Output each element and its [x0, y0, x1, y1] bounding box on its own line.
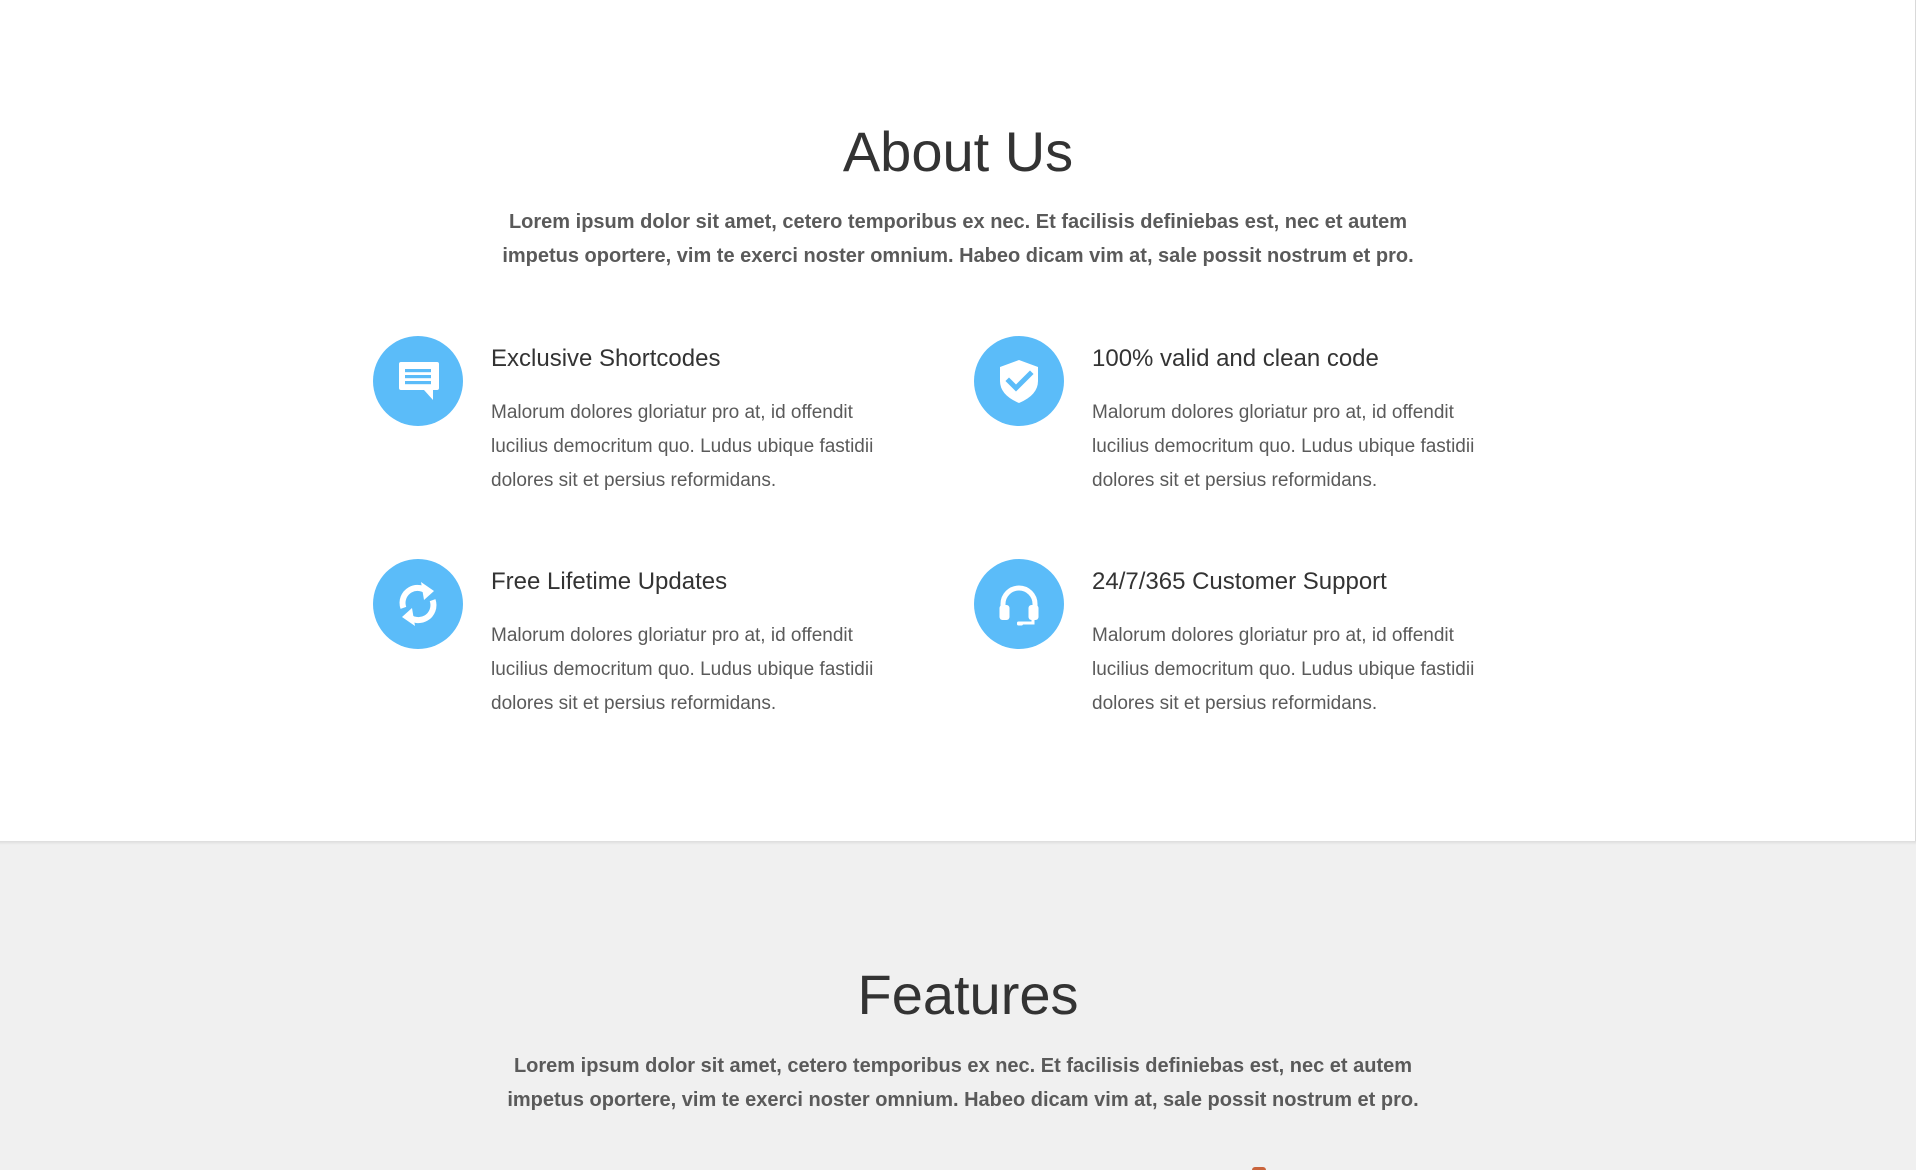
feature-description: Malorum dolores gloriatur pro at, id off… [491, 402, 874, 491]
feature-description: Malorum dolores gloriatur pro at, id off… [1092, 402, 1475, 491]
feature-title: 24/7/365 Customer Support [1092, 568, 1387, 595]
chat-icon [373, 336, 463, 426]
about-title: About Us [842, 120, 1074, 183]
page: About Us Lorem ipsum dolor sit amet, cet… [0, 0, 1916, 1170]
about-intro: Lorem ipsum dolor sit amet, cetero tempo… [502, 211, 1414, 267]
about-section: About Us Lorem ipsum dolor sit amet, cet… [0, 0, 1916, 841]
features-section: Features Lorem ipsum dolor sit amet, cet… [0, 841, 1916, 1170]
feature-customer-support: 24/7/365 Customer Support Malorum dolore… [974, 559, 1534, 749]
refresh-icon [373, 559, 463, 649]
feature-valid-clean-code: 100% valid and clean code Malorum dolore… [974, 336, 1534, 526]
section-divider [0, 841, 1916, 845]
feature-description: Malorum dolores gloriatur pro at, id off… [491, 625, 874, 714]
feature-title: Free Lifetime Updates [491, 568, 728, 595]
features-title: Features [857, 963, 1079, 1026]
features-intro: Lorem ipsum dolor sit amet, cetero tempo… [507, 1055, 1419, 1111]
feature-exclusive-shortcodes: Exclusive Shortcodes Malorum dolores glo… [373, 336, 933, 526]
feature-description: Malorum dolores gloriatur pro at, id off… [1092, 625, 1475, 714]
headset-icon [974, 559, 1064, 649]
feature-title: Exclusive Shortcodes [491, 345, 721, 372]
feature-free-lifetime-updates: Free Lifetime Updates Malorum dolores gl… [373, 559, 933, 749]
shield-check-icon [974, 336, 1064, 426]
feature-title: 100% valid and clean code [1092, 345, 1379, 372]
